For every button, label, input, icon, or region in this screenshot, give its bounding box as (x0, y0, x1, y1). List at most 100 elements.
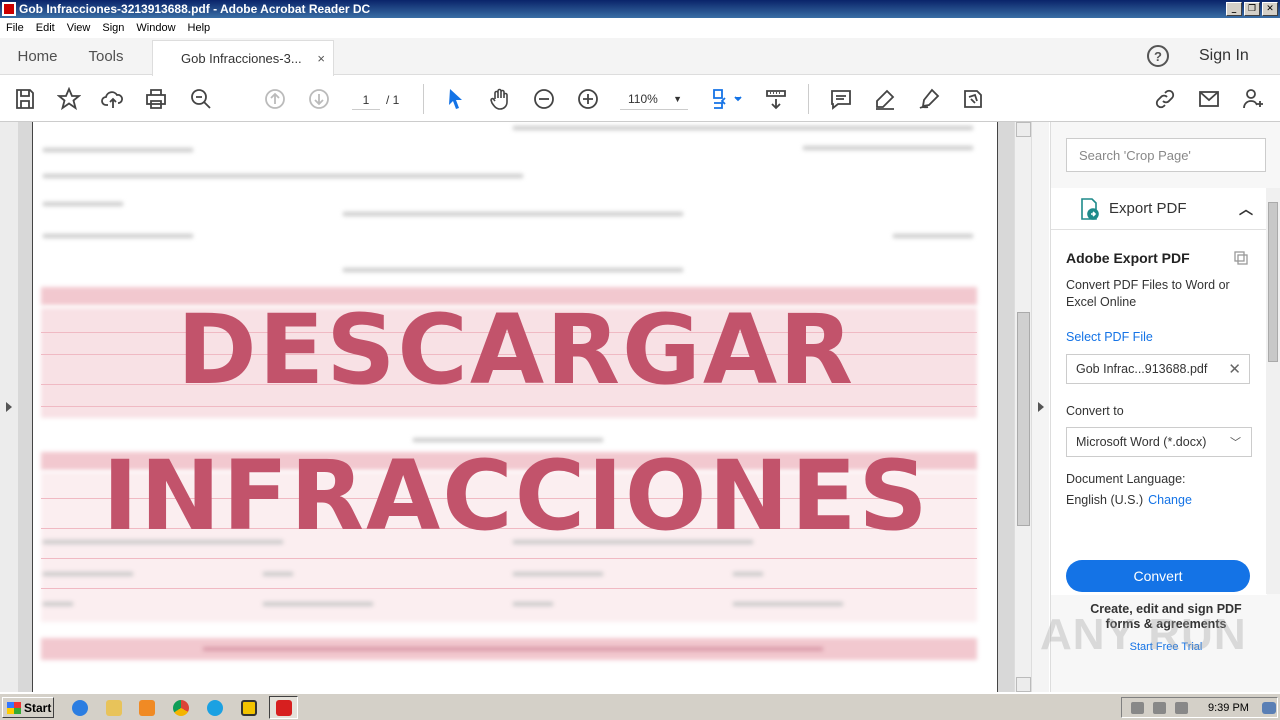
zoom-in-icon[interactable] (575, 86, 601, 112)
hand-tool-icon[interactable] (487, 86, 513, 112)
star-icon[interactable] (56, 86, 82, 112)
tab-document-label: Gob Infracciones-3... (181, 51, 302, 66)
blurred-text-line (343, 212, 683, 216)
windows-logo-icon (7, 701, 21, 714)
norton-icon[interactable] (239, 698, 259, 717)
sign-in-link[interactable]: Sign In (1199, 47, 1249, 65)
previous-page-icon[interactable] (262, 86, 288, 112)
volume-icon[interactable] (1131, 701, 1144, 714)
copy-account-icon[interactable] (1233, 250, 1249, 266)
taskbar: Start 9:39 PM (0, 693, 1280, 720)
overlay-heading-descargar: DESCARGAR (176, 294, 856, 406)
blurred-text-line (733, 572, 763, 576)
menu-file[interactable]: File (0, 22, 30, 34)
window-controls: _ ❐ ✕ (1226, 2, 1278, 16)
menu-view[interactable]: View (61, 22, 97, 34)
document-scrollbar[interactable] (1014, 122, 1031, 692)
selected-file-name: Gob Infrac...913688.pdf (1076, 362, 1208, 376)
menu-sign[interactable]: Sign (96, 22, 130, 34)
zoom-search-icon[interactable] (188, 86, 214, 112)
blurred-text-line (43, 234, 193, 238)
restore-button[interactable]: ❐ (1244, 2, 1260, 16)
clock: 9:39 PM (1208, 701, 1249, 714)
email-icon[interactable] (1196, 86, 1222, 112)
sign-pen-icon[interactable] (916, 86, 942, 112)
page-number-input[interactable]: 1 (352, 90, 380, 110)
chrome-icon[interactable] (171, 698, 191, 717)
scroll-mode-icon[interactable] (763, 86, 789, 112)
menu-window[interactable]: Window (130, 22, 181, 34)
acrobat-app-icon (2, 2, 16, 16)
collapse-right-icon (1038, 402, 1044, 412)
chevron-down-icon: ﹀ (1230, 437, 1241, 449)
convert-button[interactable]: Convert (1066, 560, 1250, 592)
menu-edit[interactable]: Edit (30, 22, 61, 34)
network-icon[interactable] (1153, 701, 1166, 714)
table-rule (41, 406, 977, 407)
edge-icon[interactable] (205, 698, 225, 717)
convert-format-select[interactable]: Microsoft Word (*.docx) ﹀ (1066, 427, 1252, 457)
tools-pane: Search 'Crop Page' Export PDF ︿ Adobe Ex… (1050, 122, 1280, 692)
folder-icon[interactable] (104, 698, 124, 717)
start-button[interactable]: Start (2, 697, 54, 718)
blurred-text-line (43, 148, 193, 152)
tab-tools[interactable]: Tools (75, 38, 137, 75)
blurred-text-line (43, 174, 523, 178)
media-player-icon[interactable] (137, 698, 157, 717)
remove-file-icon[interactable]: ✕ (1228, 360, 1241, 378)
select-cursor-icon[interactable] (443, 86, 469, 112)
left-panel-toggle[interactable] (0, 122, 18, 692)
export-pdf-body: Adobe Export PDF Convert PDF Files to Wo… (1051, 230, 1267, 595)
next-page-icon[interactable] (306, 86, 332, 112)
chevron-up-icon[interactable]: ︿ (1239, 199, 1253, 219)
save-icon[interactable] (12, 86, 38, 112)
right-panel-toggle[interactable] (1031, 122, 1049, 692)
flag-icon[interactable] (1175, 701, 1188, 714)
zoom-level-select[interactable]: 110% ▼ (620, 88, 688, 110)
search-input[interactable]: Search 'Crop Page' (1066, 138, 1266, 172)
blurred-text-line (43, 572, 133, 576)
zoom-out-icon[interactable] (531, 86, 557, 112)
share-link-icon[interactable] (1152, 86, 1178, 112)
internet-explorer-icon[interactable] (70, 698, 90, 717)
stamp-tools-icon[interactable] (960, 86, 986, 112)
scroll-down-button[interactable] (1016, 677, 1031, 692)
table-rule (41, 558, 977, 559)
show-desktop-icon[interactable] (1259, 698, 1279, 717)
scroll-up-button[interactable] (1016, 122, 1031, 137)
tab-home[interactable]: Home (0, 38, 75, 75)
selected-file-field[interactable]: Gob Infrac...913688.pdf ✕ (1066, 354, 1250, 384)
help-icon[interactable]: ? (1147, 45, 1169, 67)
print-icon[interactable] (143, 86, 169, 112)
title-bar: Gob Infracciones-3213913688.pdf - Adobe … (0, 0, 1280, 18)
panel-scrollbar[interactable] (1266, 188, 1280, 594)
pdf-page[interactable]: DESCARGAR INFRACCIONES (32, 122, 998, 692)
page-total: / 1 (386, 93, 400, 107)
menu-help[interactable]: Help (182, 22, 217, 34)
toolbar: 1 / 1 110% ▼ (0, 76, 1280, 122)
system-tray: 9:39 PM (1121, 697, 1278, 718)
scroll-thumb[interactable] (1017, 312, 1030, 526)
start-label: Start (24, 700, 52, 715)
close-button[interactable]: ✕ (1262, 2, 1278, 16)
blurred-text-line (263, 572, 293, 576)
page-fit-icon[interactable] (708, 86, 744, 112)
document-language-value: English (U.S.) (1066, 493, 1144, 507)
minimize-button[interactable]: _ (1226, 2, 1242, 16)
overlay-heading-infracciones: INFRACCIONES (102, 440, 930, 552)
panel-scroll-thumb[interactable] (1268, 202, 1278, 362)
highlight-pen-icon[interactable] (872, 86, 898, 112)
table-rule (41, 588, 977, 589)
tab-close-icon[interactable]: × (317, 51, 325, 66)
chevron-down-icon: ▼ (673, 93, 682, 104)
blurred-text-line (263, 602, 373, 606)
export-pdf-header[interactable]: Export PDF ︿ (1051, 188, 1267, 230)
change-language-link[interactable]: Change (1148, 493, 1192, 507)
upload-cloud-icon[interactable] (100, 86, 126, 112)
tab-document[interactable]: Gob Infracciones-3... × (152, 40, 334, 76)
convert-format-value: Microsoft Word (*.docx) (1076, 435, 1207, 449)
blurred-text-line (803, 146, 973, 150)
comment-icon[interactable] (828, 86, 854, 112)
select-pdf-link[interactable]: Select PDF File (1066, 330, 1153, 344)
add-user-icon[interactable] (1240, 86, 1266, 112)
